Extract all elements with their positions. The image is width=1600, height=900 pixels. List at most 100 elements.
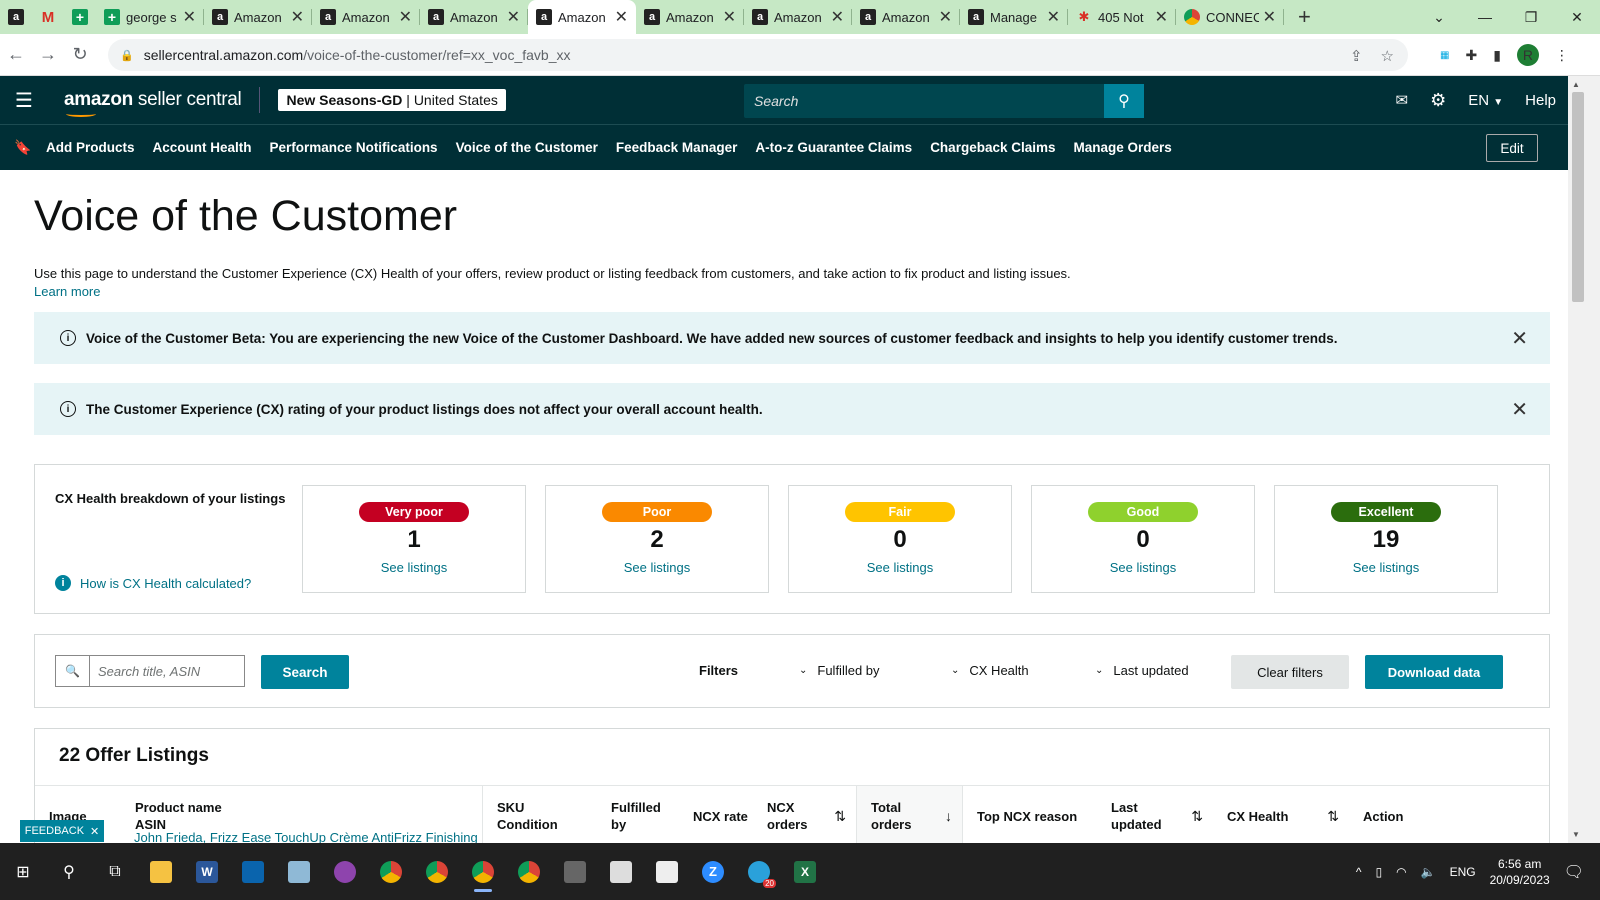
sort-icon[interactable]: ⇅ bbox=[1327, 808, 1339, 825]
minimize-icon[interactable]: — bbox=[1462, 9, 1508, 25]
word-icon[interactable]: W bbox=[184, 852, 230, 892]
fulfilled-by-dropdown[interactable]: ⌄ Fulfilled by bbox=[799, 663, 880, 678]
windows-start-icon[interactable]: ⊞ bbox=[0, 852, 46, 892]
download-data-button[interactable]: Download data bbox=[1365, 655, 1503, 689]
see-listings-link[interactable]: See listings bbox=[1275, 560, 1497, 575]
close-tab-icon[interactable]: ✕ bbox=[939, 7, 952, 27]
browser-tab[interactable]: + george s ✕ bbox=[96, 0, 204, 34]
browser-tab[interactable]: ✱ 405 Not ✕ bbox=[1068, 0, 1176, 34]
messages-mail-icon[interactable]: ✉ bbox=[1396, 91, 1409, 109]
see-listings-link[interactable]: See listings bbox=[546, 560, 768, 575]
close-tab-icon[interactable]: ✕ bbox=[1047, 7, 1060, 27]
sort-icon[interactable]: ⇅ bbox=[834, 808, 846, 825]
taskbar-search-icon[interactable]: ⚲ bbox=[46, 852, 92, 892]
browser-menu-icon[interactable]: ⋮ bbox=[1555, 47, 1569, 64]
close-tab-icon[interactable]: ✕ bbox=[507, 7, 520, 27]
browser-tab[interactable]: a bbox=[0, 0, 32, 34]
telegram-icon[interactable]: 20 bbox=[736, 852, 782, 892]
file-explorer-icon[interactable] bbox=[138, 852, 184, 892]
profile-avatar[interactable]: R bbox=[1516, 44, 1539, 66]
bookmark-star-icon[interactable]: ☆ bbox=[1381, 47, 1394, 65]
new-tab-icon[interactable]: + bbox=[1298, 4, 1311, 30]
nav-link-performance-notifications[interactable]: Performance Notifications bbox=[270, 140, 438, 155]
close-tab-icon[interactable]: ✕ bbox=[615, 7, 628, 27]
extensions-puzzle-icon[interactable]: ✚ bbox=[1465, 47, 1477, 64]
reload-icon[interactable]: ↻ bbox=[64, 44, 96, 65]
browser-tab[interactable]: a Amazon ✕ bbox=[744, 0, 852, 34]
app-icon[interactable] bbox=[598, 852, 644, 892]
column-header[interactable]: Last updated ⇅ bbox=[1097, 786, 1213, 846]
chrome-icon[interactable] bbox=[414, 852, 460, 892]
side-panel-icon[interactable]: ▮ bbox=[1493, 47, 1501, 64]
notepad-icon[interactable] bbox=[276, 852, 322, 892]
header-search-button[interactable]: ⚲ bbox=[1104, 84, 1144, 118]
close-window-icon[interactable]: ✕ bbox=[1554, 9, 1600, 26]
url-input[interactable]: 🔒 sellercentral.amazon.com/voice-of-the-… bbox=[108, 39, 1408, 71]
nav-link-account-health[interactable]: Account Health bbox=[153, 140, 252, 155]
close-tab-icon[interactable]: ✕ bbox=[183, 7, 196, 27]
sort-icon[interactable]: ↓ bbox=[945, 808, 952, 825]
chevron-up-icon[interactable]: ^ bbox=[1356, 865, 1362, 879]
app-icon[interactable] bbox=[644, 852, 690, 892]
nav-link-voice-of-the-customer[interactable]: Voice of the Customer bbox=[456, 140, 598, 155]
tab-search-icon[interactable]: ⌄ bbox=[1416, 9, 1462, 26]
close-tab-icon[interactable]: ✕ bbox=[291, 7, 304, 27]
close-tab-icon[interactable]: ✕ bbox=[399, 7, 412, 27]
scroll-up-icon[interactable]: ▲ bbox=[1572, 80, 1580, 89]
column-header[interactable]: CX Health ⇅ bbox=[1213, 786, 1349, 846]
language-selector[interactable]: EN ▼ bbox=[1468, 92, 1503, 109]
column-header[interactable]: Total orders ↓ bbox=[857, 786, 963, 846]
scrollbar-thumb[interactable] bbox=[1572, 92, 1584, 302]
header-search-input[interactable]: Search bbox=[744, 84, 1104, 118]
last-updated-dropdown[interactable]: ⌄ Last updated bbox=[1095, 663, 1189, 678]
browser-tab[interactable]: a Amazon ✕ bbox=[528, 0, 636, 34]
nav-link-add-products[interactable]: Add Products bbox=[46, 140, 135, 155]
cx-how-calculated-link[interactable]: i How is CX Health calculated? bbox=[55, 575, 251, 591]
scroll-down-icon[interactable]: ▼ bbox=[1572, 830, 1580, 839]
feedback-button[interactable]: FEEDBACK ✕ bbox=[20, 820, 104, 842]
zoom-icon[interactable]: Z bbox=[690, 852, 736, 892]
edit-nav-button[interactable]: Edit bbox=[1486, 134, 1538, 162]
volume-icon[interactable]: 🔈 bbox=[1421, 865, 1436, 879]
chrome-icon[interactable] bbox=[460, 852, 506, 892]
notifications-icon[interactable]: 🗨 bbox=[1564, 862, 1584, 882]
bookmark-icon[interactable]: 🔖 bbox=[0, 139, 46, 156]
forward-icon[interactable]: → bbox=[32, 44, 64, 65]
hamburger-menu-icon[interactable]: ☰ bbox=[0, 88, 48, 113]
close-tab-icon[interactable]: ✕ bbox=[1155, 7, 1168, 27]
clear-filters-button[interactable]: Clear filters bbox=[1231, 655, 1349, 689]
chrome-icon[interactable] bbox=[368, 852, 414, 892]
store-selector[interactable]: New Seasons-GD | United States bbox=[278, 89, 506, 111]
outlook-icon[interactable] bbox=[230, 852, 276, 892]
listing-search-input[interactable]: Search title, ASIN bbox=[89, 655, 245, 687]
close-alert-icon[interactable]: ✕ bbox=[1511, 397, 1528, 422]
restore-icon[interactable]: ❐ bbox=[1508, 9, 1554, 26]
browser-tab[interactable]: a Amazon ✕ bbox=[636, 0, 744, 34]
cx-health-dropdown[interactable]: ⌄ CX Health bbox=[951, 663, 1029, 678]
learn-more-link[interactable]: Learn more bbox=[34, 284, 100, 299]
close-tab-icon[interactable]: ✕ bbox=[831, 7, 844, 27]
browser-tab[interactable]: a Amazon ✕ bbox=[420, 0, 528, 34]
browser-tab[interactable]: a Amazon ✕ bbox=[204, 0, 312, 34]
wifi-icon[interactable]: ◠ bbox=[1396, 865, 1406, 879]
app-icon[interactable] bbox=[322, 852, 368, 892]
browser-tab[interactable]: a Amazon ✕ bbox=[312, 0, 420, 34]
see-listings-link[interactable]: See listings bbox=[303, 560, 525, 575]
back-icon[interactable]: ← bbox=[0, 44, 32, 65]
chrome-icon[interactable] bbox=[506, 852, 552, 892]
share-icon[interactable]: ⇪ bbox=[1350, 47, 1363, 65]
excel-icon[interactable]: X bbox=[782, 852, 828, 892]
see-listings-link[interactable]: See listings bbox=[1032, 560, 1254, 575]
browser-tab[interactable]: CONNEC ✕ bbox=[1176, 0, 1284, 34]
browser-tab[interactable]: a Amazon ✕ bbox=[852, 0, 960, 34]
browser-tab[interactable]: + bbox=[64, 0, 96, 34]
search-button[interactable]: Search bbox=[261, 655, 349, 689]
language-indicator[interactable]: ENG bbox=[1450, 865, 1476, 879]
close-tab-icon[interactable]: ✕ bbox=[1263, 7, 1276, 27]
help-link[interactable]: Help bbox=[1525, 92, 1556, 109]
sort-icon[interactable]: ⇅ bbox=[1191, 808, 1203, 825]
extension-fba-icon[interactable]: ▦ bbox=[1440, 50, 1449, 61]
calculator-icon[interactable] bbox=[552, 852, 598, 892]
seller-central-logo[interactable]: amazon seller central bbox=[64, 89, 242, 117]
browser-tab[interactable]: M bbox=[32, 0, 64, 34]
